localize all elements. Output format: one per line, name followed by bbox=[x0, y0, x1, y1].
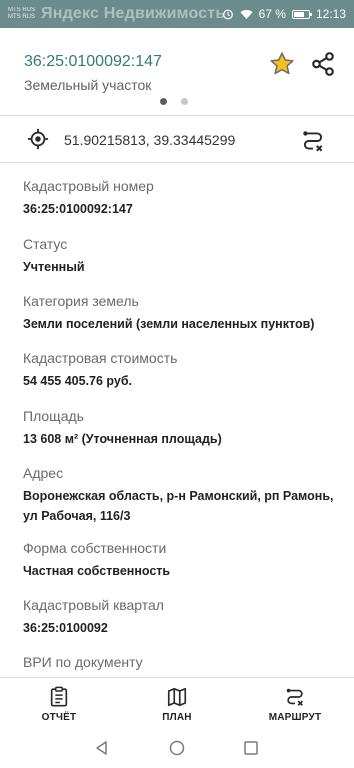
field-value: 36:25:0100092 bbox=[23, 621, 108, 635]
header-cadastral-number: 36:25:0100092:147 bbox=[24, 53, 162, 70]
field-label: Адрес bbox=[23, 465, 64, 481]
field-label: Форма собственности bbox=[23, 540, 167, 556]
field-value: Воронежская область, р-н Рамонский, рп Р… bbox=[23, 489, 334, 503]
field-label: Площадь bbox=[23, 408, 84, 424]
field-value: 13 608 м² (Уточненная площадь) bbox=[23, 432, 222, 446]
back-icon[interactable] bbox=[94, 740, 110, 756]
field-label: Кадастровая стоимость bbox=[23, 350, 178, 366]
page-dot-1[interactable] bbox=[160, 98, 167, 105]
field-value: Частная собственность bbox=[23, 564, 171, 578]
divider bbox=[0, 162, 354, 163]
report-label: ОТЧЁТ bbox=[41, 712, 77, 723]
status-right: 67 % 12:13 bbox=[222, 0, 346, 28]
field-cadastral-quarter: Кадастровый квартал 36:25:0100092 bbox=[23, 596, 343, 637]
field-label: Кадастровый квартал bbox=[23, 597, 164, 613]
battery-icon bbox=[291, 9, 312, 19]
recent-apps-icon[interactable] bbox=[244, 741, 258, 755]
wifi-icon bbox=[240, 9, 253, 19]
field-value: Земли поселений (земли населенных пункто… bbox=[23, 317, 315, 331]
route-icon bbox=[286, 688, 303, 706]
coordinates-text[interactable]: 51.90215813, 39.33445299 bbox=[64, 132, 235, 148]
alarm-icon bbox=[222, 9, 233, 20]
field-label: ВРИ по документу bbox=[23, 654, 143, 670]
field-ownership: Форма собственности Частная собственност… bbox=[23, 539, 343, 580]
field-value: Учтенный bbox=[23, 260, 85, 274]
clock: 12:13 bbox=[315, 7, 346, 21]
location-target-icon[interactable] bbox=[27, 128, 49, 150]
divider bbox=[0, 115, 354, 116]
field-permitted-use: ВРИ по документу bbox=[23, 653, 343, 671]
status-bar: MTS RUS MTS RUS Яндекс Недвижимость 67 %… bbox=[0, 0, 354, 28]
coordinates-row: 51.90215813, 39.33445299 bbox=[0, 120, 354, 162]
field-status: Статус Учтенный bbox=[23, 235, 343, 276]
app-title: Яндекс Недвижимость bbox=[41, 5, 226, 22]
carrier-info: MTS RUS MTS RUS bbox=[8, 7, 35, 21]
header-object-type: Земельный участок bbox=[24, 77, 152, 93]
report-icon bbox=[50, 686, 68, 707]
field-label: Категория земель bbox=[23, 293, 139, 309]
field-label: Кадастровый номер bbox=[23, 178, 154, 194]
map-icon bbox=[167, 687, 187, 707]
field-land-category: Категория земель Земли поселений (земли … bbox=[23, 292, 343, 333]
route-icon[interactable] bbox=[300, 128, 326, 154]
field-label: Статус bbox=[23, 236, 68, 252]
home-icon[interactable] bbox=[169, 740, 185, 756]
route-label: МАРШРУТ bbox=[268, 712, 322, 723]
route-button[interactable]: МАРШРУТ bbox=[250, 678, 340, 730]
star-icon[interactable] bbox=[268, 50, 296, 78]
page-indicator bbox=[160, 98, 188, 105]
battery-percent: 67 % bbox=[258, 7, 286, 21]
object-header: 36:25:0100092:147 Земельный участок bbox=[0, 28, 354, 114]
field-cadastral-number: Кадастровый номер 36:25:0100092:147 bbox=[23, 177, 343, 218]
carrier-line2: MTS RUS bbox=[8, 14, 35, 20]
field-address: Адрес Воронежская область, р-н Рамонский… bbox=[23, 464, 343, 525]
carrier-line1: MTS RUS bbox=[8, 7, 35, 13]
field-cadastral-value: Кадастровая стоимость 54 455 405.76 руб. bbox=[23, 349, 343, 390]
page-dot-2[interactable] bbox=[181, 98, 188, 105]
system-navigation-bar bbox=[0, 729, 354, 768]
field-area: Площадь 13 608 м² (Уточненная площадь) bbox=[23, 407, 343, 448]
field-value: 36:25:0100092:147 bbox=[23, 202, 133, 216]
field-value-line2: ул Рабочая, 116/3 bbox=[23, 509, 131, 523]
share-icon[interactable] bbox=[310, 50, 336, 78]
bottom-navigation: ОТЧЁТ ПЛАН МАРШРУТ bbox=[0, 677, 354, 729]
plan-button[interactable]: ПЛАН bbox=[132, 678, 222, 730]
status-left: MTS RUS MTS RUS Яндекс Недвижимость bbox=[8, 3, 225, 25]
plan-label: ПЛАН bbox=[162, 712, 192, 723]
report-button[interactable]: ОТЧЁТ bbox=[14, 678, 104, 730]
field-value: 54 455 405.76 руб. bbox=[23, 374, 133, 388]
